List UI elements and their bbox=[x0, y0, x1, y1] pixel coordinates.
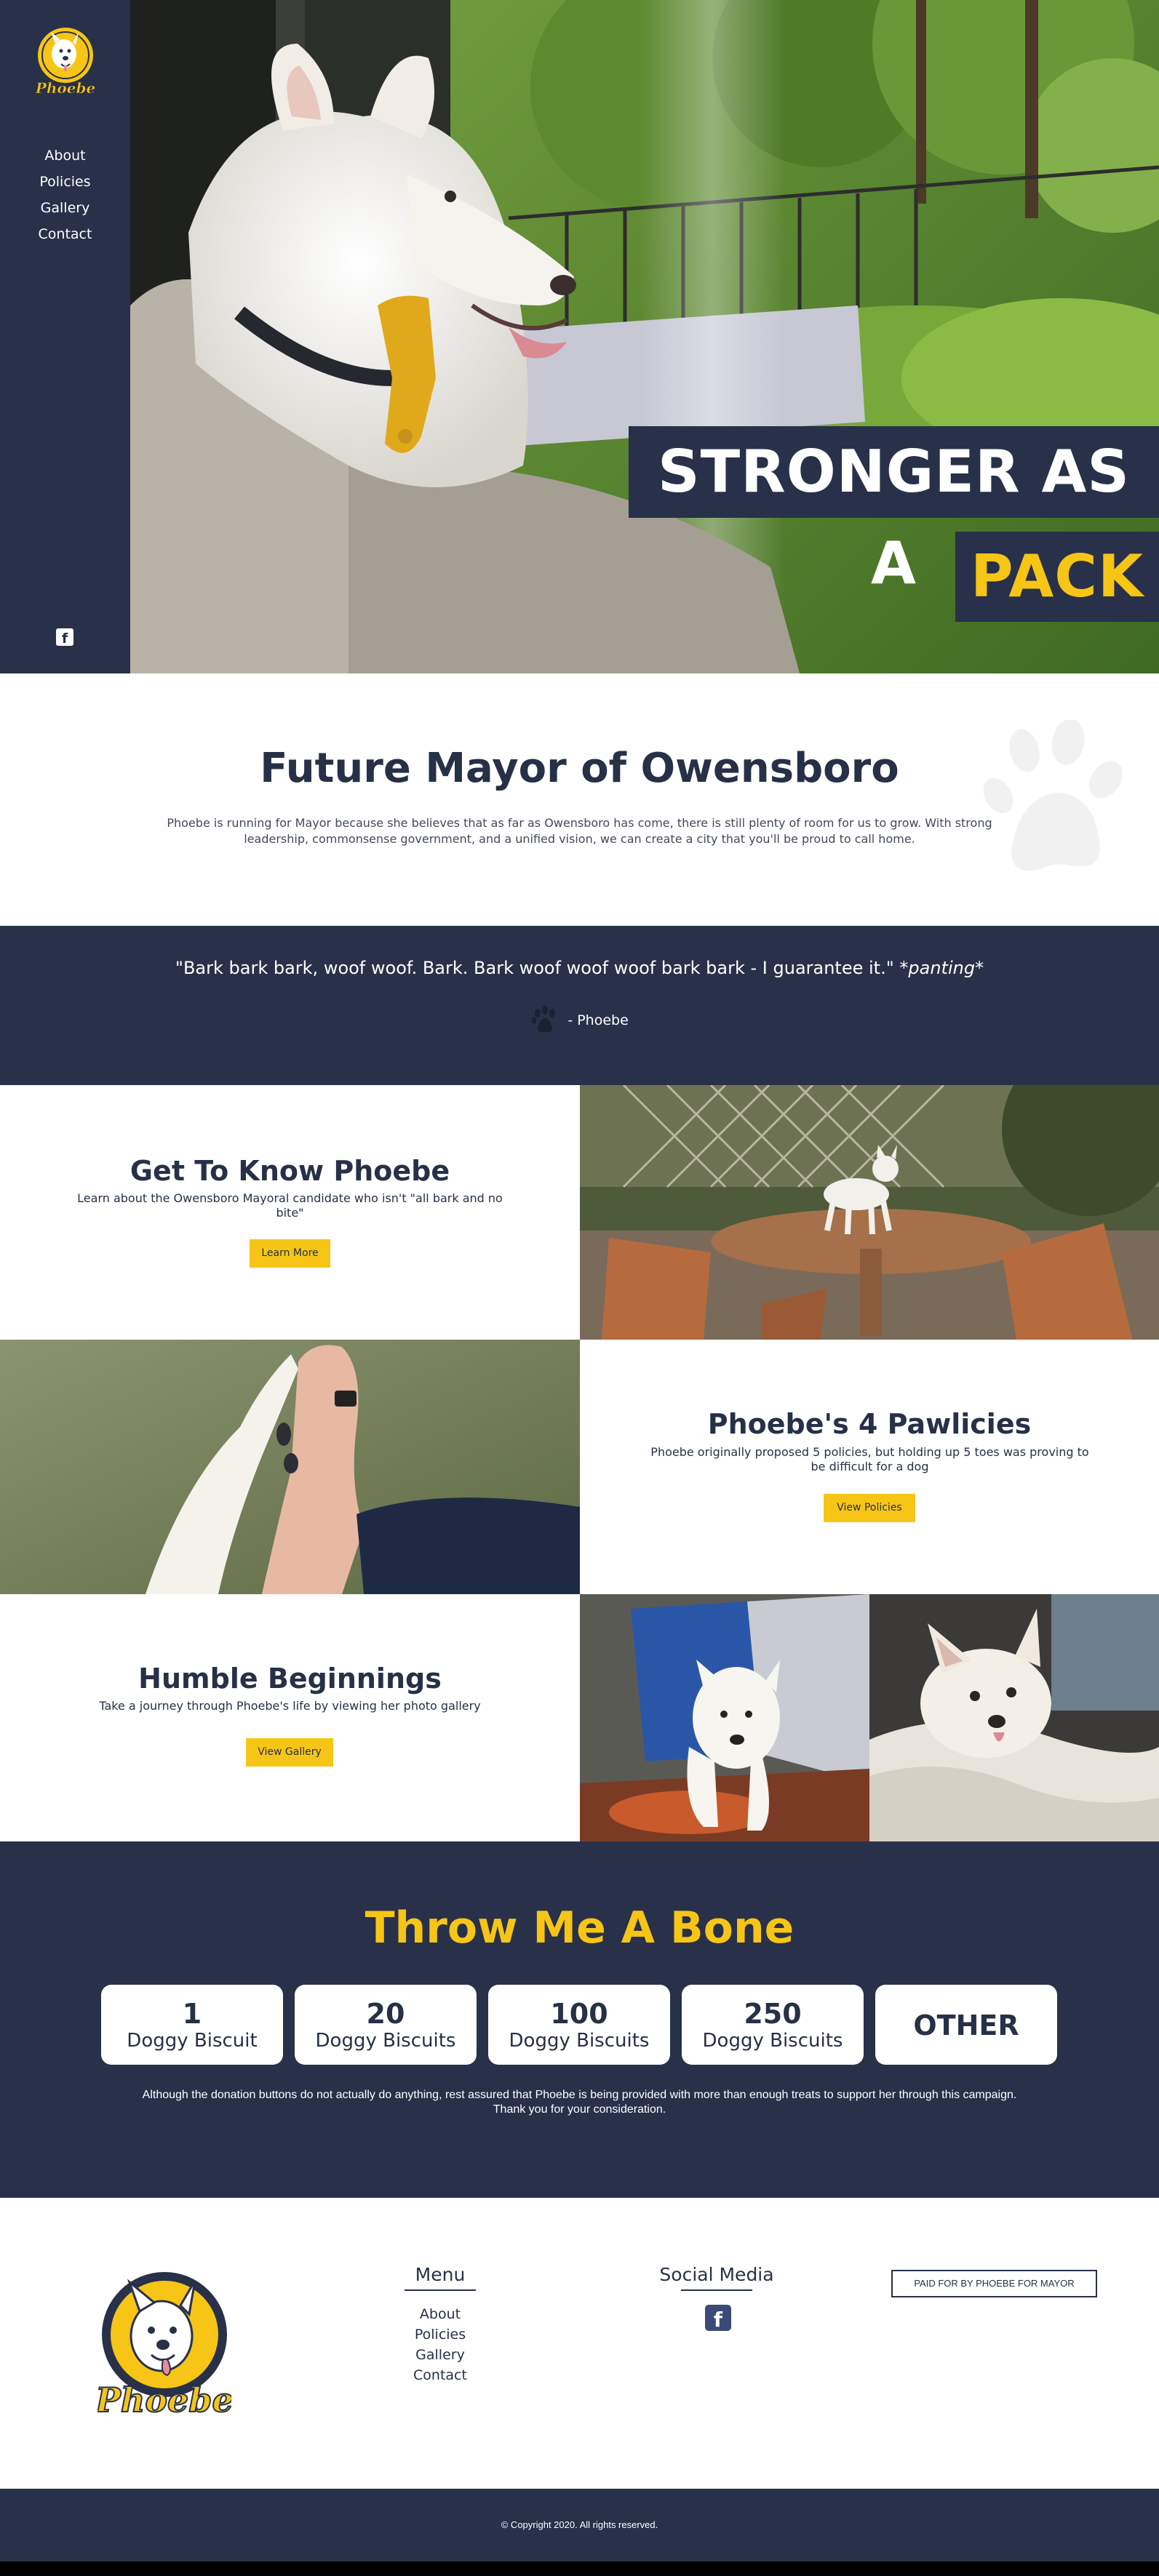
hero-slogan-line1: STRONGER AS A bbox=[629, 426, 1159, 597]
nav-item-contact[interactable]: Contact bbox=[0, 221, 130, 247]
intro-paragraph: Phoebe is running for Mayor because she … bbox=[167, 816, 992, 846]
nav-item-about[interactable]: About bbox=[0, 143, 130, 169]
dog-on-patio-table-photo bbox=[580, 1085, 1159, 1340]
paw-icon bbox=[531, 1006, 556, 1033]
quote-text-emphasis: *panting* bbox=[899, 958, 984, 978]
feature-photo-dog-bed bbox=[869, 1594, 1159, 1849]
paw-high-five-photo bbox=[0, 1340, 580, 1594]
feature-description: Take a journey through Phoebe's life by … bbox=[99, 1699, 481, 1713]
donate-option-other[interactable]: OTHER bbox=[875, 1985, 1057, 2065]
feature-description: Learn about the Owensboro Mayoral candid… bbox=[77, 1191, 503, 1220]
footer-link-contact[interactable]: Contact bbox=[378, 2365, 502, 2385]
nav-item-policies[interactable]: Policies bbox=[0, 169, 130, 195]
donate-amount: 1 bbox=[182, 1998, 202, 2030]
feature-pawlicies: Phoebe's 4 Pawlicies Phoebe originally p… bbox=[0, 1340, 1159, 1594]
donate-option-1[interactable]: 1 Doggy Biscuit bbox=[101, 1985, 283, 2065]
feature-photo-high-five bbox=[0, 1340, 580, 1594]
footer-menu-title: Menu bbox=[415, 2264, 466, 2285]
footer-link-policies[interactable]: Policies bbox=[378, 2324, 502, 2345]
donation-section: Throw Me A Bone 1 Doggy Biscuit 20 Doggy… bbox=[0, 1841, 1159, 2198]
footer-menu-underline bbox=[405, 2289, 476, 2291]
donation-disclaimer-line2: Thank you for your consideration. bbox=[493, 2103, 666, 2116]
donate-amount: 250 bbox=[744, 1998, 802, 2030]
footer-link-gallery[interactable]: Gallery bbox=[378, 2345, 502, 2365]
view-gallery-button[interactable]: View Gallery bbox=[246, 1738, 333, 1767]
feature-text-panel: Get To Know Phoebe Learn about the Owens… bbox=[0, 1085, 580, 1340]
donate-amount: 100 bbox=[550, 1998, 608, 2030]
footer-social-title: Social Media bbox=[659, 2264, 774, 2285]
paw-print-watermark-icon bbox=[983, 720, 1123, 871]
feature-title: Humble Beginnings bbox=[138, 1663, 442, 1695]
page-bottom-edge bbox=[0, 2561, 1159, 2576]
copyright-text: © Copyright 2020. All rights reserved. bbox=[501, 2519, 658, 2530]
phoebe-logo[interactable]: Phoebe bbox=[33, 26, 97, 99]
footer-menu: About Policies Gallery Contact bbox=[378, 2304, 502, 2385]
donation-title: Throw Me A Bone bbox=[365, 1903, 794, 1953]
footer-logo-wordmark: Phoebe bbox=[97, 2380, 231, 2420]
dog-on-bed-photo bbox=[869, 1594, 1159, 1849]
paid-for-disclaimer: PAID FOR BY PHOEBE FOR MAYOR bbox=[891, 2270, 1097, 2297]
donate-option-250[interactable]: 250 Doggy Biscuits bbox=[682, 1985, 864, 2065]
footer-facebook-icon[interactable]: f bbox=[705, 2305, 731, 2331]
site-footer: Phoebe Menu About Policies Gallery Conta… bbox=[0, 2198, 1159, 2489]
footer-social-underline bbox=[681, 2289, 752, 2291]
feature-title: Phoebe's 4 Pawlicies bbox=[707, 1408, 1032, 1440]
donate-unit: Doggy Biscuits bbox=[509, 2030, 650, 2052]
footer-menu-heading: Menu bbox=[405, 2264, 476, 2291]
donate-other-label: OTHER bbox=[913, 2009, 1019, 2041]
donation-disclaimer-line1: Although the donation buttons do not act… bbox=[142, 2089, 1017, 2101]
donate-option-100[interactable]: 100 Doggy Biscuits bbox=[488, 1985, 670, 2065]
feature-photo-puppy bbox=[580, 1594, 869, 1849]
main-nav: About Policies Gallery Contact bbox=[0, 143, 130, 247]
copyright-bar: © Copyright 2020. All rights reserved. bbox=[0, 2489, 1159, 2561]
side-navigation: Phoebe About Policies Gallery Contact f bbox=[0, 0, 130, 673]
puppy-walking-photo bbox=[580, 1594, 869, 1849]
feature-humble-beginnings: Humble Beginnings Take a journey through… bbox=[0, 1594, 1159, 1849]
campaign-quote: "Bark bark bark, woof woof. Bark. Bark w… bbox=[0, 958, 1159, 978]
donate-unit: Doggy Biscuits bbox=[315, 2030, 456, 2052]
mayor-intro-section: Future Mayor of Owensboro Phoebe is runn… bbox=[0, 673, 1159, 926]
footer-social-heading: Social Media bbox=[648, 2264, 786, 2291]
donate-amount: 20 bbox=[366, 1998, 405, 2030]
facebook-icon[interactable]: f bbox=[56, 628, 73, 646]
donate-unit: Doggy Biscuit bbox=[127, 2030, 258, 2052]
view-policies-button[interactable]: View Policies bbox=[824, 1494, 915, 1522]
feature-description: Phoebe originally proposed 5 policies, b… bbox=[650, 1445, 1089, 1473]
donate-unit: Doggy Biscuits bbox=[702, 2030, 843, 2052]
nav-item-gallery[interactable]: Gallery bbox=[0, 195, 130, 221]
logo-wordmark: Phoebe bbox=[35, 79, 95, 97]
feature-title: Get To Know Phoebe bbox=[130, 1155, 450, 1187]
hero-slogan-line2: PACK bbox=[955, 532, 1159, 622]
feature-text-panel: Humble Beginnings Take a journey through… bbox=[0, 1594, 580, 1849]
quote-text-main: "Bark bark bark, woof woof. Bark. Bark w… bbox=[175, 958, 900, 978]
footer-link-about[interactable]: About bbox=[378, 2304, 502, 2324]
donation-disclaimer: Although the donation buttons do not act… bbox=[131, 2088, 1028, 2117]
feature-text-panel: Phoebe's 4 Pawlicies Phoebe originally p… bbox=[580, 1340, 1159, 1594]
quote-section: "Bark bark bark, woof woof. Bark. Bark w… bbox=[0, 926, 1159, 1085]
footer-phoebe-logo[interactable]: Phoebe bbox=[97, 2269, 231, 2422]
donate-option-20[interactable]: 20 Doggy Biscuits bbox=[295, 1985, 477, 2065]
feature-get-to-know: Get To Know Phoebe Learn about the Owens… bbox=[0, 1085, 1159, 1340]
feature-photo-patio bbox=[580, 1085, 1159, 1340]
quote-attribution: - Phoebe bbox=[567, 1012, 629, 1028]
learn-more-button[interactable]: Learn More bbox=[250, 1239, 330, 1268]
hero-section: Phoebe About Policies Gallery Contact f bbox=[0, 0, 1159, 673]
quote-attribution-row: - Phoebe bbox=[0, 1006, 1159, 1035]
page-title: Future Mayor of Owensboro bbox=[260, 745, 899, 792]
